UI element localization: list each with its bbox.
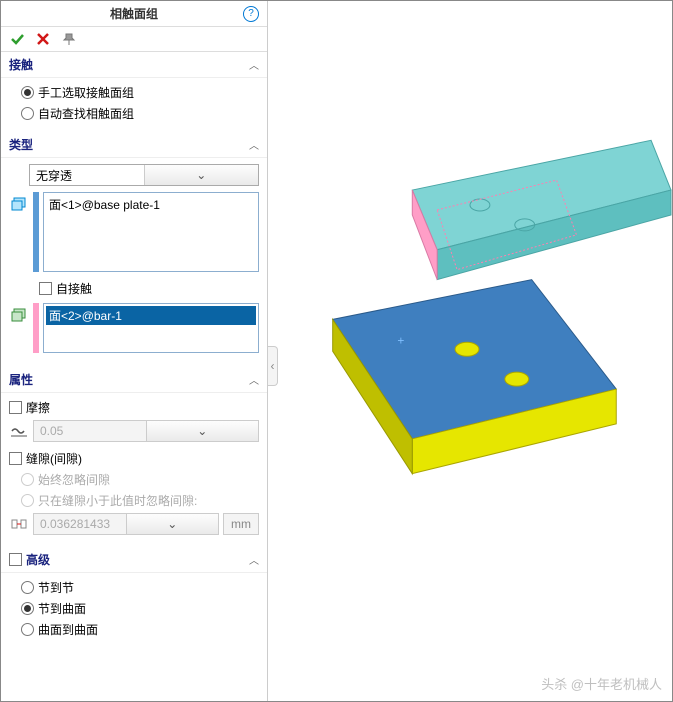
radio-icon xyxy=(21,107,34,120)
combo-value: 无穿透 xyxy=(30,167,144,184)
chevron-down-icon: ⌄ xyxy=(146,421,259,441)
radio-icon xyxy=(21,494,34,507)
panel-title: 相触面组 xyxy=(110,5,158,22)
gap-value-row: 0.036281433 ⌄ mm xyxy=(9,513,259,535)
gap-check[interactable]: 缝隙(间隙) xyxy=(9,448,259,469)
app-root: 相触面组 ? 接触 ︿ 手工选取接触面组 自动查找相触面组 类型 ︿ 无穿透 ⌄ xyxy=(0,0,673,702)
radio-icon xyxy=(21,602,34,615)
face-list-1[interactable]: 面<1>@base plate-1 xyxy=(43,192,259,272)
scene-3d: + xyxy=(268,1,672,698)
section-advanced-header[interactable]: 高级 ︿ xyxy=(1,547,267,573)
radio-icon xyxy=(21,581,34,594)
help-icon[interactable]: ? xyxy=(243,6,259,22)
checkbox-label: 缝隙(间隙) xyxy=(26,450,82,467)
radio-label: 曲面到曲面 xyxy=(38,621,98,638)
section-type-title: 类型 xyxy=(9,136,33,153)
chevron-up-icon: ︿ xyxy=(249,137,259,152)
radio-label: 自动查找相触面组 xyxy=(38,105,134,122)
friction-check[interactable]: 摩擦 xyxy=(9,397,259,418)
section-contact-title: 接触 xyxy=(9,56,33,73)
cancel-button[interactable] xyxy=(35,31,51,47)
chevron-down-icon: ⌄ xyxy=(144,165,259,185)
adv-node-node-radio[interactable]: 节到节 xyxy=(9,577,259,598)
property-panel: 相触面组 ? 接触 ︿ 手工选取接触面组 自动查找相触面组 类型 ︿ 无穿透 ⌄ xyxy=(1,1,268,701)
radio-label: 节到节 xyxy=(38,579,74,596)
friction-icon xyxy=(9,421,29,441)
chevron-up-icon: ︿ xyxy=(249,57,259,72)
face-icon xyxy=(9,305,29,325)
face-set-1: 面<1>@base plate-1 xyxy=(9,192,259,272)
pin-button[interactable] xyxy=(61,31,77,47)
section-props-header[interactable]: 属性 ︿ xyxy=(1,367,267,393)
radio-icon xyxy=(21,473,34,486)
checkbox-icon xyxy=(9,401,22,414)
checkbox-icon xyxy=(9,553,22,566)
face-set-2: 面<2>@bar-1 xyxy=(9,303,259,353)
checkbox-label: 自接触 xyxy=(56,280,92,297)
section-type-body: 无穿透 ⌄ 面<1>@base plate-1 自接触 面<2>@bar-1 xyxy=(1,158,267,367)
ok-button[interactable] xyxy=(9,31,25,47)
gap-unit: mm xyxy=(223,513,259,535)
section-props-title: 属性 xyxy=(9,371,33,388)
bar-part xyxy=(412,140,671,279)
adv-check-wrap[interactable]: 高级 xyxy=(9,551,50,568)
section-advanced-title: 高级 xyxy=(26,551,50,568)
radio-label: 手工选取接触面组 xyxy=(38,84,134,101)
section-contact-body: 手工选取接触面组 自动查找相触面组 xyxy=(1,78,267,132)
face-item[interactable]: 面<1>@base plate-1 xyxy=(46,195,256,214)
gap-threshold-radio: 只在缝隙小于此值时忽略间隙: xyxy=(9,490,259,511)
radio-icon xyxy=(21,86,34,99)
type-combo[interactable]: 无穿透 ⌄ xyxy=(29,164,259,186)
viewport-3d[interactable]: + 头杀 @十年老机械人 xyxy=(268,1,672,701)
gap-always-radio: 始终忽略间隙 xyxy=(9,469,259,490)
friction-value-row: 0.05 ⌄ xyxy=(9,420,259,442)
radio-label: 始终忽略间隙 xyxy=(38,471,110,488)
section-advanced-body: 节到节 节到曲面 曲面到曲面 xyxy=(1,573,267,648)
section-props-body: 摩擦 0.05 ⌄ 缝隙(间隙) 始终忽略间隙 只在缝隙小于此值时忽略间隙: xyxy=(1,393,267,547)
panel-toggle[interactable]: ‹ xyxy=(268,346,278,386)
radio-label: 只在缝隙小于此值时忽略间隙: xyxy=(38,492,197,509)
friction-input: 0.05 ⌄ xyxy=(33,420,259,442)
radio-label: 节到曲面 xyxy=(38,600,86,617)
face-item-selected[interactable]: 面<2>@bar-1 xyxy=(46,306,256,325)
panel-header: 相触面组 ? xyxy=(1,1,267,27)
adv-surf-surf-radio[interactable]: 曲面到曲面 xyxy=(9,619,259,640)
color-indicator-blue xyxy=(33,192,39,272)
face-list-2[interactable]: 面<2>@bar-1 xyxy=(43,303,259,353)
chevron-down-icon: ⌄ xyxy=(126,514,219,534)
checkbox-label: 摩擦 xyxy=(26,399,50,416)
adv-node-surf-radio[interactable]: 节到曲面 xyxy=(9,598,259,619)
input-value: 0.05 xyxy=(34,424,146,438)
face-icon xyxy=(9,194,29,214)
self-contact-check[interactable]: 自接触 xyxy=(9,278,259,299)
checkbox-icon xyxy=(39,282,52,295)
color-indicator-pink xyxy=(33,303,39,353)
section-contact-header[interactable]: 接触 ︿ xyxy=(1,52,267,78)
gap-icon xyxy=(9,514,29,534)
section-type-header[interactable]: 类型 ︿ xyxy=(1,132,267,158)
radio-icon xyxy=(21,623,34,636)
checkbox-icon xyxy=(9,452,22,465)
base-plate-part: + xyxy=(333,280,617,474)
action-bar xyxy=(1,27,267,52)
gap-input: 0.036281433 ⌄ xyxy=(33,513,219,535)
chevron-up-icon: ︿ xyxy=(249,372,259,387)
watermark: 头杀 @十年老机械人 xyxy=(541,674,662,693)
chevron-up-icon: ︿ xyxy=(249,552,259,567)
svg-text:+: + xyxy=(397,333,404,347)
contact-manual-radio[interactable]: 手工选取接触面组 xyxy=(9,82,259,103)
input-value: 0.036281433 xyxy=(34,517,126,531)
contact-auto-radio[interactable]: 自动查找相触面组 xyxy=(9,103,259,124)
